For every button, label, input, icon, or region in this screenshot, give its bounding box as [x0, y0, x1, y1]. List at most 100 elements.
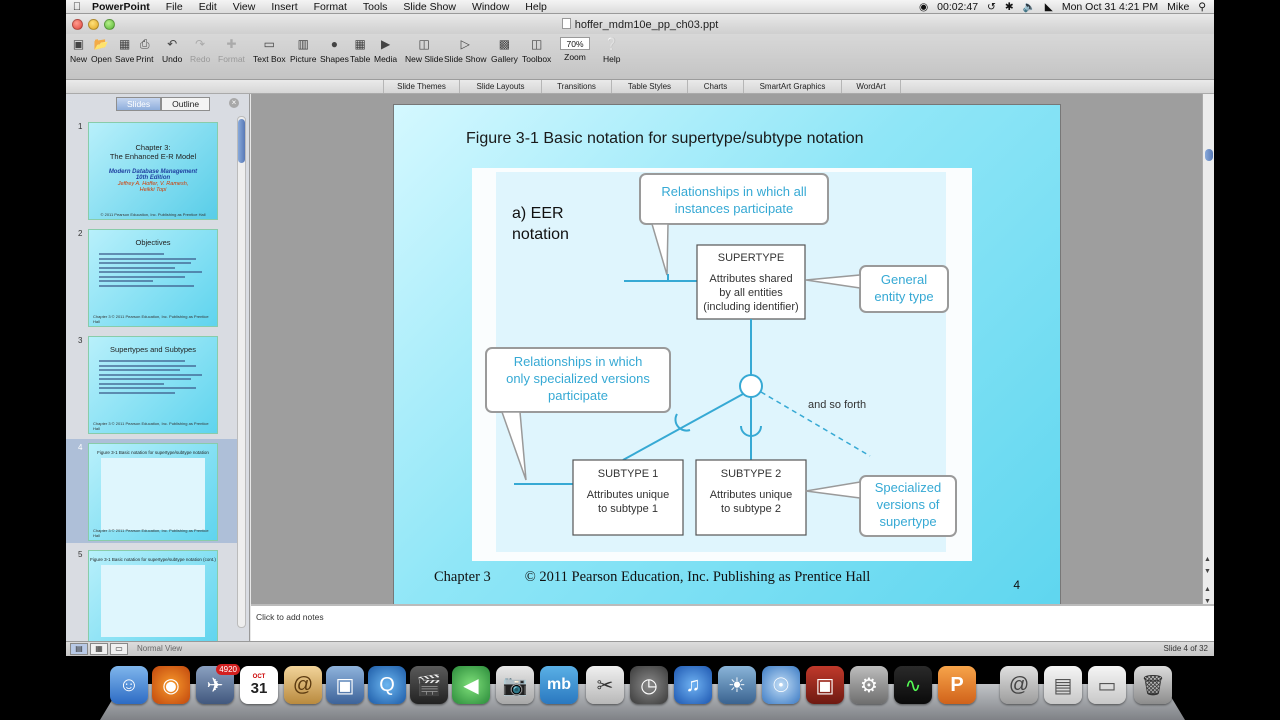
special-line1: Specialized — [875, 480, 942, 495]
trash-icon[interactable]: 🗑 — [1134, 666, 1172, 704]
print-button[interactable]: ⎙ Print — [136, 37, 153, 64]
dvd-player-icon[interactable]: ☉ — [762, 666, 800, 704]
help-button[interactable]: ❔ Help — [603, 37, 620, 64]
scroll-up-arrow-icon[interactable]: ▲ — [1204, 556, 1211, 563]
document-stack-icon[interactable]: ▤ — [1044, 666, 1082, 704]
menu-edit[interactable]: Edit — [191, 1, 225, 13]
menu-slide-show[interactable]: Slide Show — [395, 1, 464, 13]
eer-figure[interactable]: a) EER notation Relationships in which a… — [472, 168, 972, 561]
tab-slide-themes[interactable]: Slide Themes — [383, 80, 459, 93]
slide-title[interactable]: Figure 3-1 Basic notation for supertype/… — [466, 130, 864, 148]
finder-icon[interactable]: ☺ — [110, 666, 148, 704]
thumb-number: 5 — [78, 550, 83, 559]
toolbox-button[interactable]: ◫ Toolbox — [522, 37, 551, 64]
slide-thumbnail-3[interactable]: 3 Supertypes and Subtypes Chapter 3 © 20… — [66, 332, 238, 436]
tab-slides[interactable]: Slides — [116, 97, 162, 111]
imovie-icon[interactable]: 🎬 — [410, 666, 448, 704]
slide-scrollbar[interactable]: ▲ ▼ ▲ ▼ — [1202, 94, 1214, 619]
mail-icon[interactable]: ✈ 4920 — [196, 664, 240, 704]
recording-icon[interactable]: ◉ — [919, 1, 928, 13]
slide-show-view-button[interactable]: ▭ — [110, 643, 128, 655]
menu-insert[interactable]: Insert — [263, 1, 305, 13]
tab-transitions[interactable]: Transitions — [541, 80, 611, 93]
slide-thumbnail-5[interactable]: 5 Figure 3-1 Basic notation for supertyp… — [66, 546, 238, 650]
photo-booth-icon[interactable]: ▣ — [806, 666, 844, 704]
current-slide[interactable]: Figure 3-1 Basic notation for supertype/… — [393, 104, 1061, 605]
menu-help[interactable]: Help — [517, 1, 555, 13]
menu-window[interactable]: Window — [464, 1, 517, 13]
slide-sorter-view-button[interactable]: ▦ — [90, 643, 108, 655]
address-book-icon[interactable]: @ — [284, 666, 322, 704]
firefox-icon[interactable]: ◉ — [152, 666, 190, 704]
tab-slide-layouts[interactable]: Slide Layouts — [459, 80, 541, 93]
tab-outline[interactable]: Outline — [161, 97, 211, 111]
menu-app-name[interactable]: PowerPoint — [88, 1, 158, 13]
apple-menu-icon[interactable]:  — [66, 1, 88, 13]
new-slide-button[interactable]: ◫ New Slide — [405, 37, 443, 64]
thumb-title: Chapter 3: The Enhanced E-R Model — [109, 143, 197, 161]
ical-icon[interactable]: OCT 31 — [240, 666, 278, 704]
previous-slide-icon[interactable]: ▲ — [1204, 586, 1211, 593]
undo-icon: ↶ — [167, 37, 178, 51]
format-button[interactable]: ✚ Format — [218, 37, 245, 64]
tab-wordart[interactable]: WordArt — [841, 80, 901, 93]
menu-format[interactable]: Format — [306, 1, 355, 13]
mac-menubar:  PowerPoint File Edit View Insert Forma… — [66, 0, 1214, 14]
mb-app-icon[interactable]: mb — [540, 666, 578, 704]
zoom-control[interactable]: 70% Zoom — [560, 37, 590, 62]
menu-file[interactable]: File — [158, 1, 191, 13]
slide-scroll-thumb[interactable] — [1205, 149, 1213, 161]
clock[interactable]: Mon Oct 31 4:21 PM — [1062, 1, 1158, 13]
close-pane-icon[interactable]: × — [229, 98, 239, 108]
tab-smartart[interactable]: SmartArt Graphics — [743, 80, 841, 93]
tab-charts[interactable]: Charts — [687, 80, 743, 93]
callout-top-line1: Relationships in which all — [661, 184, 806, 199]
scissors-icon[interactable]: ✂ — [586, 666, 624, 704]
wifi-icon[interactable]: ◣ — [1045, 1, 1053, 13]
iphoto-icon[interactable]: ☀ — [718, 666, 756, 704]
spotlight-icon[interactable]: ⚲ — [1198, 1, 1206, 13]
save-button[interactable]: ▦ Save — [115, 37, 134, 64]
menu-tools[interactable]: Tools — [355, 1, 396, 13]
normal-view-button[interactable]: ▤ — [70, 643, 88, 655]
time-machine-icon[interactable]: ◷ — [630, 666, 668, 704]
window-stack-icon[interactable]: ▭ — [1088, 666, 1126, 704]
picture-button[interactable]: ▥ Picture — [290, 37, 316, 64]
shapes-button[interactable]: ● Shapes — [320, 37, 349, 64]
gallery-button[interactable]: ▩ Gallery — [491, 37, 518, 64]
tab-table-styles[interactable]: Table Styles — [611, 80, 687, 93]
scroll-down-arrow-icon[interactable]: ▼ — [1204, 568, 1211, 575]
menu-view[interactable]: View — [225, 1, 264, 13]
undo-button[interactable]: ↶ Undo — [162, 37, 182, 64]
timemachine-icon[interactable]: ↺ — [987, 1, 996, 13]
notes-placeholder[interactable]: Click to add notes — [256, 612, 324, 622]
thumb-title: Figure 3-1 Basic notation for supertype/… — [97, 450, 209, 455]
user-name[interactable]: Mike — [1167, 1, 1189, 13]
zoom-value-field[interactable]: 70% — [560, 37, 590, 50]
redo-button[interactable]: ↷ Redo — [190, 37, 210, 64]
table-button[interactable]: ▦ Table — [350, 37, 370, 64]
notes-pane[interactable]: Click to add notes — [251, 604, 1214, 641]
open-button[interactable]: 📂 Open — [91, 37, 112, 64]
itunes-icon[interactable]: ♫ — [674, 666, 712, 704]
bluetooth-icon[interactable]: ✱ — [1005, 1, 1014, 13]
powerpoint-icon[interactable]: P — [938, 666, 976, 704]
camera-icon[interactable]: 📷 — [496, 666, 534, 704]
slide-thumbnail-1[interactable]: 1 Chapter 3: The Enhanced E-R Model Mode… — [66, 118, 238, 222]
volume-icon[interactable]: 🔈 — [1023, 0, 1036, 13]
media-button[interactable]: ▶ Media — [374, 37, 397, 64]
slide-thumbnail-2[interactable]: 2 Objectives Chapter 3 © 2011 Pearson Ed… — [66, 225, 238, 329]
new-button[interactable]: ▣ New — [70, 37, 87, 64]
virtualbox-icon[interactable]: ▣ — [326, 666, 364, 704]
downloads-stack-icon[interactable]: @ — [1000, 666, 1038, 704]
text-box-button[interactable]: ▭ Text Box — [253, 37, 286, 64]
shapes-icon: ● — [330, 37, 339, 51]
activity-monitor-icon[interactable]: ∿ — [894, 666, 932, 704]
slide-thumbnail-4[interactable]: 4 Figure 3-1 Basic notation for supertyp… — [66, 439, 238, 543]
system-preferences-icon[interactable]: ⚙ — [850, 666, 888, 704]
quicktime-icon[interactable]: Q — [368, 666, 406, 704]
pane-scroll-thumb[interactable] — [238, 119, 245, 163]
pane-scrollbar[interactable] — [237, 116, 246, 628]
slide-show-button[interactable]: ▷ Slide Show — [444, 37, 487, 64]
back-arrow-icon[interactable]: ◀ — [452, 666, 490, 704]
